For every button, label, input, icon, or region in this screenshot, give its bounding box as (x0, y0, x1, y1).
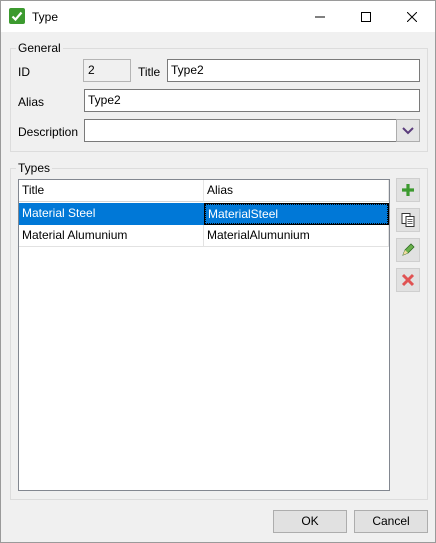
copy-icon (401, 213, 415, 227)
description-label: Description (18, 125, 79, 139)
general-legend: General (16, 41, 63, 55)
checkmark-icon (9, 8, 25, 24)
alias-field[interactable]: Type2 (84, 89, 420, 112)
table-row[interactable]: Material Steel MaterialSteel (19, 203, 389, 225)
add-button[interactable] (396, 178, 420, 202)
plus-icon (402, 184, 414, 196)
title-label: Title (138, 65, 161, 79)
title-cell[interactable]: Material Alumunium (19, 225, 204, 247)
window-title: Type (32, 10, 59, 24)
column-header-title[interactable]: Title (19, 180, 204, 202)
title-field[interactable]: Type2 (167, 59, 420, 82)
column-header-alias[interactable]: Alias (204, 180, 389, 202)
ok-button[interactable]: OK (273, 510, 347, 533)
description-combobox[interactable] (84, 119, 397, 142)
grid-header: Title Alias (19, 180, 389, 202)
chevron-down-icon (402, 126, 414, 134)
minimize-icon (315, 16, 325, 17)
types-grid[interactable]: Title Alias Material Steel MaterialSteel… (18, 179, 390, 491)
close-icon (407, 11, 417, 22)
type-dialog: Type General ID 2 Title Type2 Alias Type… (0, 0, 436, 543)
alias-label: Alias (18, 95, 45, 109)
title-cell[interactable]: Material Steel (19, 203, 204, 225)
delete-button[interactable] (396, 268, 420, 292)
close-button[interactable] (389, 1, 435, 32)
id-label: ID (18, 65, 30, 79)
edit-icon (402, 243, 415, 256)
delete-icon (401, 273, 415, 287)
description-dropdown-button[interactable] (396, 119, 420, 142)
table-row[interactable]: Material Alumunium MaterialAlumunium (19, 225, 389, 247)
maximize-icon (361, 11, 371, 22)
minimize-button[interactable] (297, 1, 343, 32)
cancel-button[interactable]: Cancel (354, 510, 428, 533)
types-legend: Types (16, 161, 53, 175)
copy-button[interactable] (396, 208, 420, 232)
id-field: 2 (83, 59, 131, 82)
maximize-button[interactable] (343, 1, 389, 32)
edit-button[interactable] (396, 238, 420, 262)
title-bar[interactable]: Type (1, 1, 435, 32)
alias-cell[interactable]: MaterialAlumunium (204, 225, 389, 247)
alias-cell[interactable]: MaterialSteel (204, 203, 389, 225)
